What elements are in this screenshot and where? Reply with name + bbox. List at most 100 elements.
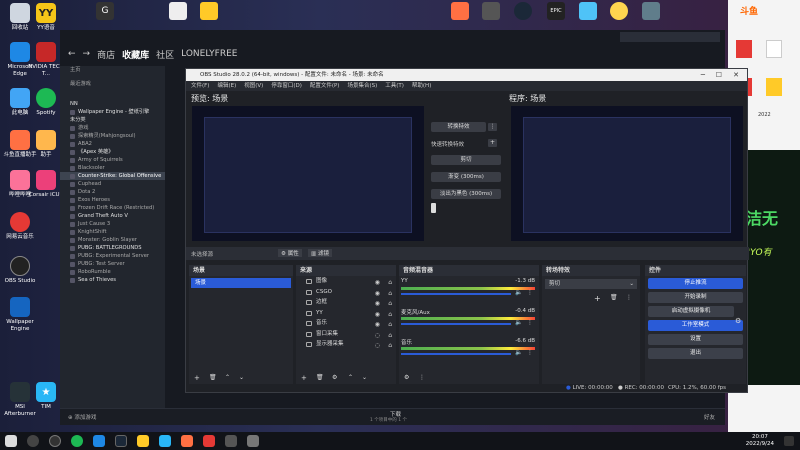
list-item[interactable]: PUBG: Experimental Server [60,252,165,260]
list-item[interactable]: 探索精灵(Mahjongsoul) [60,132,165,140]
menu-tools[interactable]: 工具(T) [385,81,404,91]
list-item[interactable]: PUBG: BATTLEGROUNDS [60,244,165,252]
preview-canvas[interactable] [192,106,424,241]
list-item[interactable]: Monster: Goblin Slayer [60,236,165,244]
menu-file[interactable]: 文件(F) [191,81,209,91]
list-item[interactable]: PUBG: Test Server [60,260,165,268]
desktop-icon-top-g[interactable]: G [92,2,118,20]
menu-help[interactable]: 帮助(H) [412,81,431,91]
list-item[interactable]: KnightShift [60,228,165,236]
section-nn[interactable]: NN [60,100,165,108]
properties-button[interactable]: ⚙ 属性 [278,249,302,257]
list-item[interactable]: RoboRumble [60,268,165,276]
volume-slider[interactable] [401,323,511,325]
source-item[interactable]: 窗口采集 ◌ ⌂ [296,329,396,340]
list-item[interactable]: Grand Theft Auto V [60,212,165,220]
list-item[interactable]: 游戏 [60,124,165,132]
list-item[interactable]: Sea of Thieves [60,276,165,284]
minimize-icon[interactable]: ─ [701,69,705,81]
nav-library[interactable]: 收藏库 [122,48,149,61]
speaker-icon[interactable]: 🔈 [515,349,522,356]
quick-transition-fade[interactable]: 渐变 (300ms) [431,172,501,182]
nav-store[interactable]: 商店 [97,48,115,61]
app-icon[interactable] [247,435,259,447]
desktop-icon-top-steam[interactable] [510,2,536,20]
more-icon[interactable]: ⋮ [527,289,533,296]
list-item[interactable]: Exos Heroes [60,196,165,204]
desktop-icon-yy[interactable]: YY YY语音 [26,3,66,32]
add-icon[interactable]: + [301,374,307,382]
file-icon[interactable] [766,40,782,58]
gear-icon[interactable]: ⚙ [735,317,741,325]
virtual-camera-button[interactable]: 启动虚拟摄像机 [648,306,734,317]
trash-icon[interactable]: 🗑 [316,374,324,381]
quick-transition-cut[interactable]: 剪切 [431,155,501,165]
steam-icon[interactable] [115,435,127,447]
source-item[interactable]: 图像 ◉ ⌂ [296,276,396,287]
desktop-icon-netease[interactable]: 网易云音乐 [0,212,40,241]
section-uncategorized[interactable]: 未分类 [60,116,165,124]
list-item[interactable]: ABA2 [60,140,165,148]
transition-select[interactable]: 剪切 ⌄ [545,279,637,289]
menu-docks[interactable]: 停靠窗口(D) [271,81,302,91]
menu-view[interactable]: 视图(V) [244,81,263,91]
menu-profile[interactable]: 配置文件(P) [310,81,340,91]
list-item[interactable]: Blacksoler [60,164,165,172]
menu-edit[interactable]: 编辑(E) [217,81,236,91]
add-game-button[interactable]: ⊕ 添加游戏 [68,413,96,421]
source-item[interactable]: YY ◉ ⌂ [296,308,396,319]
obs-icon[interactable] [49,435,61,447]
desktop-icon-top-2[interactable] [478,2,504,20]
chevron-down-icon[interactable]: ⌄ [362,374,367,381]
chevron-down-icon[interactable]: ⌄ [239,374,244,381]
exit-button[interactable]: 退出 [648,348,743,359]
desktop-icon-top-4[interactable] [606,2,632,20]
desktop-icon-top-folder[interactable] [165,2,191,20]
chevron-up-icon[interactable]: ⌃ [348,374,353,381]
list-item[interactable]: Wallpaper Engine - 壁纸引擎 [60,108,165,116]
maximize-icon[interactable]: ☐ [716,69,722,81]
scene-item[interactable]: 场景 [191,278,291,288]
desktop-icon-top-epic[interactable]: EPIC [543,2,569,20]
source-item[interactable]: 音乐 ◉ ⌂ [296,318,396,329]
list-item[interactable]: Army of Squirrels [60,156,165,164]
quick-transition-fade-black[interactable]: 淡出为黑色 (300ms) [431,189,501,199]
start-recording-button[interactable]: 开始录制 [648,292,743,303]
nav-username[interactable]: LONELYFREE [181,49,237,59]
program-canvas[interactable] [511,106,743,241]
filters-button[interactable]: ▥ 滤镜 [308,249,332,257]
gear-icon[interactable]: ⚙ [332,374,337,381]
steam-user-area[interactable] [620,32,720,42]
gear-icon[interactable]: ⚙ [404,374,409,381]
add-icon[interactable]: + [194,374,200,382]
close-icon[interactable]: ✕ [733,69,739,81]
chevron-up-icon[interactable]: ⌃ [225,374,230,381]
notification-icon[interactable] [784,436,794,446]
list-item[interactable]: Cuphead [60,180,165,188]
sidebar-home[interactable]: 主页 [60,66,165,74]
folder-icon[interactable] [766,78,782,96]
forward-arrow-icon[interactable]: → [83,49,91,59]
volume-slider[interactable] [401,293,511,295]
netease-music-icon[interactable] [203,435,215,447]
app-icon[interactable] [225,435,237,447]
sidebar-filter[interactable]: 最近游戏 [60,80,165,88]
stop-streaming-button[interactable]: 停止推流 [648,278,743,289]
edge-icon[interactable] [93,435,105,447]
settings-button[interactable]: 设置 [648,334,743,345]
source-item[interactable]: 边框 ◉ ⌂ [296,297,396,308]
desktop-icon-top-1[interactable] [447,2,473,20]
list-item[interactable]: 《Apex 英雄》 [60,148,165,156]
desktop-icon-top-3[interactable] [575,2,601,20]
desktop-icon-wallpaper-engine[interactable]: Wallpaper Engine [0,297,40,333]
folder-icon[interactable] [137,435,149,447]
spotify-icon[interactable] [71,435,83,447]
more-icon[interactable]: ⋮ [527,349,533,356]
back-arrow-icon[interactable]: ← [68,49,76,59]
tbar-slider[interactable] [431,203,436,213]
studio-mode-button[interactable]: 工作室模式 [648,320,743,331]
add-icon[interactable]: + [594,294,601,303]
friends-button[interactable]: 好友 [704,413,715,421]
desktop-icon-top-5[interactable] [638,2,664,20]
more-icon[interactable]: ⋮ [488,123,497,131]
